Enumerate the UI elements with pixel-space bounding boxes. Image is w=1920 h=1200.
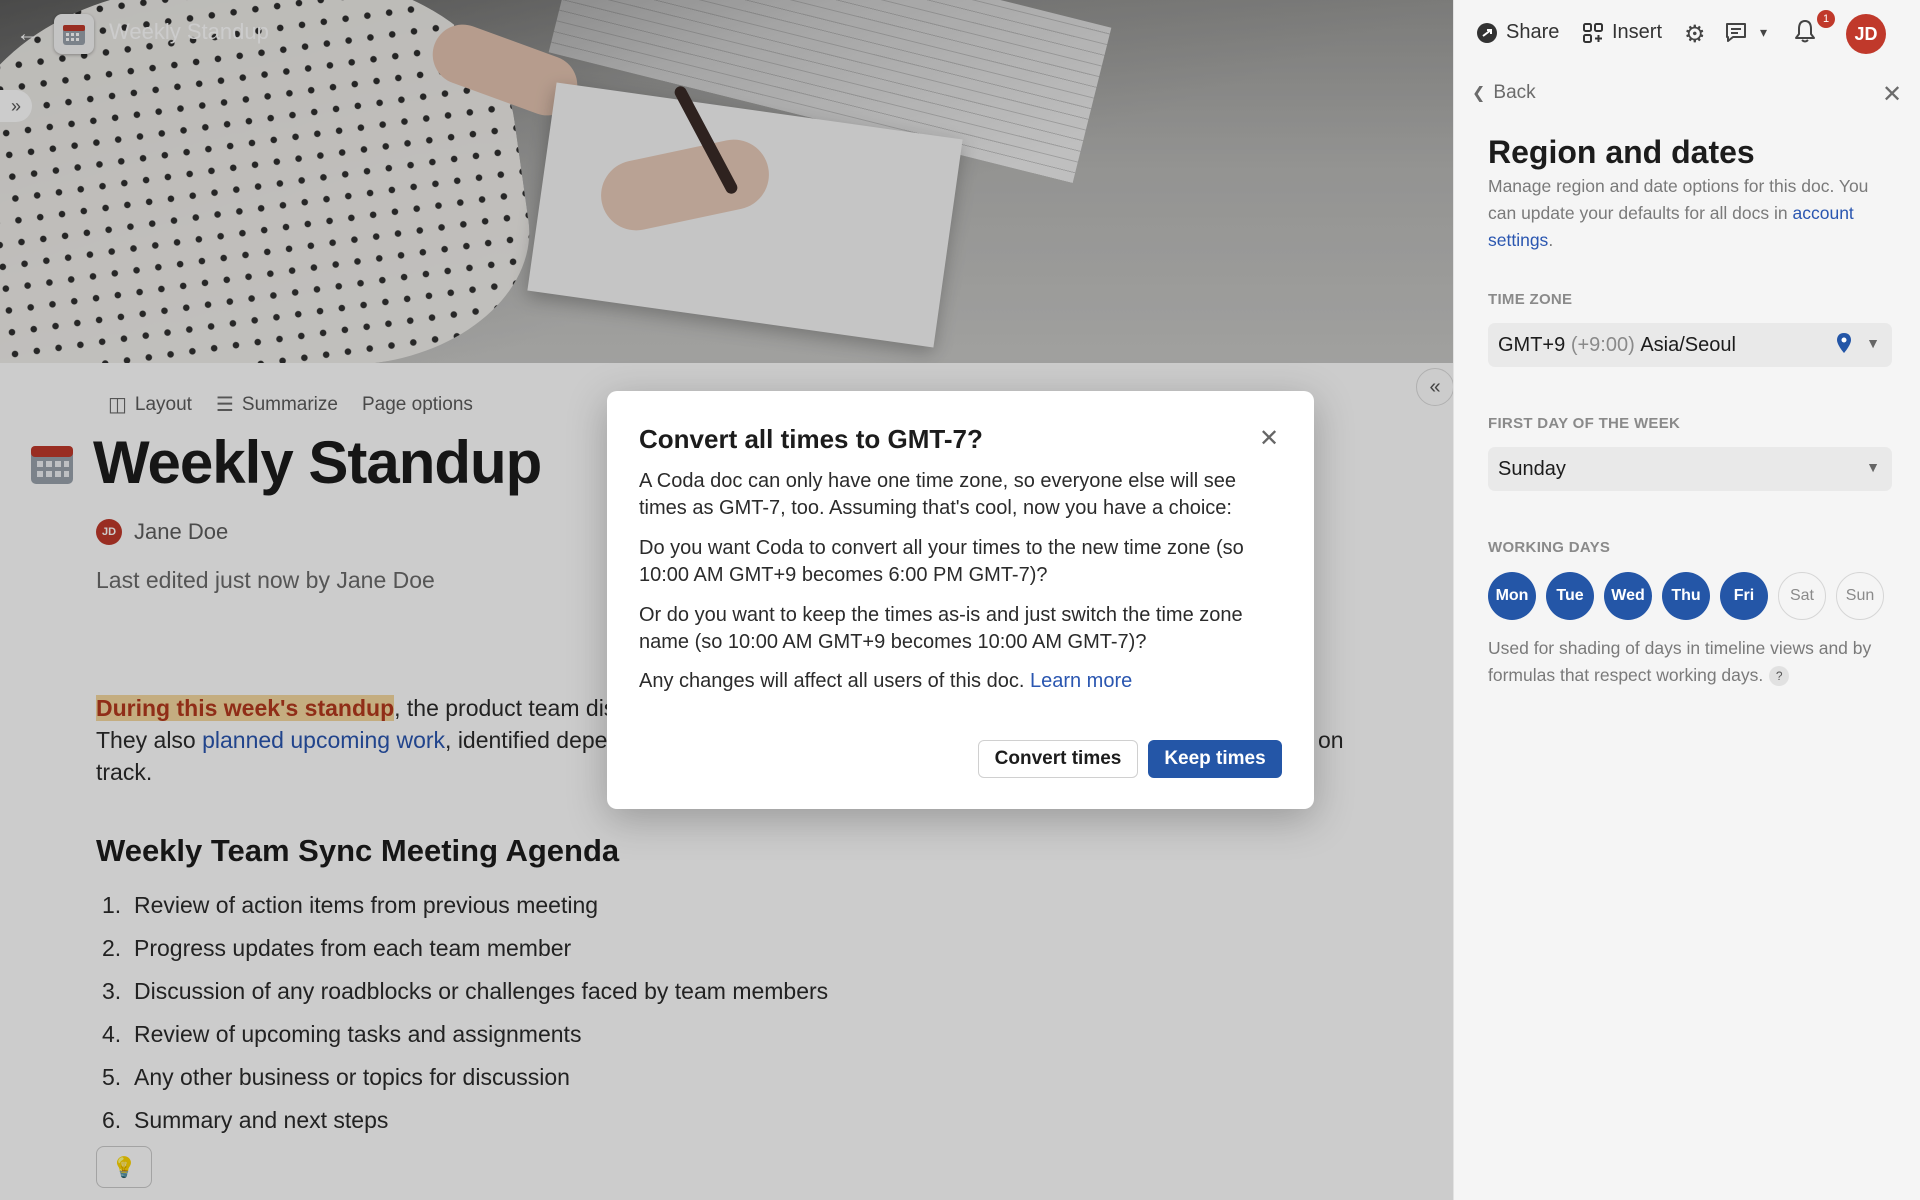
dialog-title: Convert all times to GMT-7? [639,424,983,454]
notification-badge: 1 [1817,10,1835,28]
day-toggle-fri[interactable]: Fri [1720,572,1768,620]
working-days-label: WORKING DAYS [1488,539,1611,556]
dialog-text: Or do you want to keep the times as-is a… [639,604,1243,653]
share-button[interactable]: Share [1476,21,1559,44]
time-zone-prefix: GMT+9 [1498,333,1566,356]
time-zone-offset: (+9:00) [1570,333,1635,356]
chevron-down-icon: ▼ [1866,335,1880,351]
settings-panel: Share Insert ⚙ ▾ 1 JD ❮ Back ✕ Region an… [1453,0,1920,1200]
panel-description: Manage region and date options for this … [1488,173,1898,254]
share-label: Share [1506,21,1560,43]
day-toggle-mon[interactable]: Mon [1488,572,1536,620]
dialog-note: Any changes will affect all users of thi… [639,668,1289,695]
insert-label: Insert [1612,21,1663,43]
close-icon[interactable]: ✕ [1255,424,1283,452]
insert-button[interactable]: Insert [1582,21,1662,44]
comments-icon[interactable] [1724,20,1748,50]
first-day-select[interactable]: Sunday ▼ [1488,447,1892,491]
back-label: Back [1493,82,1536,103]
chevron-down-icon: ▼ [1866,459,1880,475]
day-toggle-thu[interactable]: Thu [1662,572,1710,620]
first-day-label: FIRST DAY OF THE WEEK [1488,415,1681,432]
day-toggle-sat[interactable]: Sat [1778,572,1826,620]
share-icon [1477,22,1497,43]
location-pin-icon[interactable] [1836,333,1852,358]
panel-title: Region and dates [1488,134,1755,170]
day-toggle-sun[interactable]: Sun [1836,572,1884,620]
keep-times-button[interactable]: Keep times [1148,740,1282,778]
first-day-value: Sunday [1498,457,1566,480]
time-zone-label: TIME ZONE [1488,291,1573,308]
convert-times-dialog: Convert all times to GMT-7? ✕ A Coda doc… [607,391,1314,809]
panel-description-end: . [1548,230,1554,250]
working-days-note: Used for shading of days in timeline vie… [1488,635,1898,689]
chevron-left-icon: ❮ [1472,85,1486,102]
working-days-toggles: Mon Tue Wed Thu Fri Sat Sun [1488,572,1884,620]
learn-more-link[interactable]: Learn more [1030,670,1132,692]
day-toggle-tue[interactable]: Tue [1546,572,1594,620]
time-zone-select[interactable]: GMT+9 (+9:00) Asia/Seoul ▼ [1488,323,1892,367]
document-area: ← Weekly Standup » ◫ Layout ☰ Summarize … [0,0,1453,1200]
back-button[interactable]: ❮ Back [1472,82,1536,104]
working-days-note-text: Used for shading of days in timeline vie… [1488,638,1872,685]
dialog-note-text: Any changes will affect all users of thi… [639,670,1025,692]
convert-times-button[interactable]: Convert times [978,740,1138,778]
close-icon[interactable]: ✕ [1882,80,1902,109]
bell-icon[interactable] [1794,19,1816,50]
time-zone-name: Asia/Seoul [1640,333,1736,356]
help-icon[interactable]: ? [1769,666,1790,687]
chevron-down-icon[interactable]: ▾ [1760,24,1767,41]
panel-top-bar: Share Insert ⚙ ▾ 1 JD [1454,0,1920,66]
day-toggle-wed[interactable]: Wed [1604,572,1652,620]
user-avatar[interactable]: JD [1846,14,1886,54]
dialog-text: A Coda doc can only have one time zone, … [639,470,1237,519]
dialog-text: Do you want Coda to convert all your tim… [639,537,1244,586]
insert-icon [1583,22,1603,43]
gear-icon[interactable]: ⚙ [1684,20,1706,49]
